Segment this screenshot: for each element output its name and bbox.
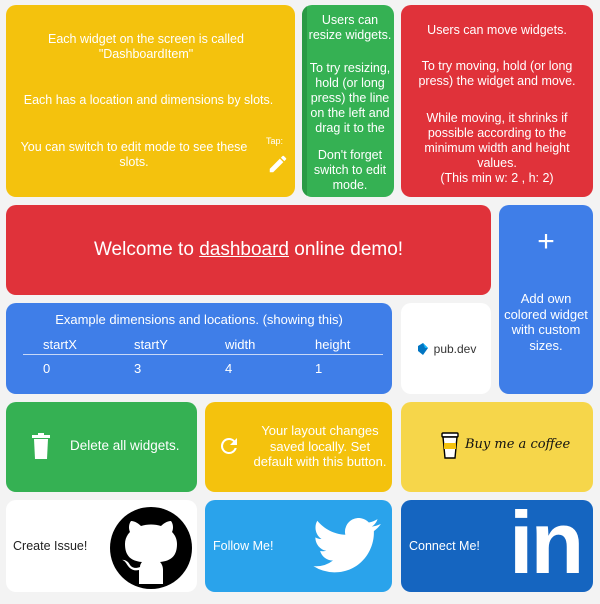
move-text-4: (This min w: 2 , h: 2): [440, 171, 554, 185]
coffee-widget[interactable]: Buy me a coffee: [401, 402, 593, 492]
intro-text-3: You can switch to edit mode to see these…: [20, 140, 248, 169]
dimensions-widget: Example dimensions and locations. (showi…: [6, 303, 392, 394]
connect-label: Connect Me!: [409, 539, 480, 553]
move-text-2: To try moving, hold (or long press) the …: [418, 59, 576, 88]
layout-widget[interactable]: Your layout changes saved locally. Set d…: [205, 402, 392, 492]
intro-text-1: Each widget on the screen is called "Das…: [48, 32, 244, 61]
move-text-1: Users can move widgets.: [427, 23, 567, 37]
pubdev-widget[interactable]: pub.dev: [401, 303, 491, 394]
add-widget-label: Add own colored widget with custom sizes…: [504, 291, 588, 353]
resize-widget[interactable]: Users can resize widgets. To try resizin…: [302, 5, 394, 197]
header-starty: startY: [134, 336, 168, 352]
value-width: 4: [225, 360, 233, 376]
dimensions-table: startX startY width height 0 3 4 1: [23, 334, 383, 381]
delete-label: Delete all widgets.: [70, 438, 180, 453]
issue-widget[interactable]: Create Issue!: [6, 500, 197, 592]
welcome-widget: Welcome to dashboard online demo!: [6, 205, 491, 295]
issue-label: Create Issue!: [13, 539, 88, 553]
dimensions-header-row: startX startY width height: [23, 334, 383, 355]
dart-logo-icon: [416, 342, 430, 356]
resize-handle[interactable]: [302, 5, 307, 197]
linkedin-logo-icon[interactable]: in: [509, 500, 584, 588]
follow-label: Follow Me!: [213, 539, 274, 553]
twitter-bird-icon[interactable]: [313, 518, 381, 574]
welcome-title: Welcome to dashboard online demo!: [94, 239, 403, 261]
intro-widget[interactable]: Each widget on the screen is called "Das…: [6, 5, 295, 197]
header-width: width: [225, 336, 256, 352]
welcome-prefix: Welcome to: [93, 239, 200, 260]
delete-widget[interactable]: Delete all widgets.: [6, 402, 197, 492]
dashboard-link[interactable]: dashboard: [199, 239, 289, 260]
welcome-suffix: online demo!: [288, 239, 404, 260]
value-startx: 0: [43, 360, 51, 376]
resize-text-3: Don't forget switch to edit mode.: [313, 148, 387, 192]
tap-label: Tap:: [266, 136, 284, 146]
linkedin-widget[interactable]: Connect Me! in: [401, 500, 593, 592]
refresh-icon[interactable]: [217, 434, 241, 458]
value-height: 1: [315, 360, 323, 376]
pubdev-label: pub.dev: [433, 341, 477, 356]
value-starty: 3: [134, 360, 142, 376]
github-icon[interactable]: [109, 506, 193, 590]
intro-text-2: Each has a location and dimensions by sl…: [23, 93, 274, 107]
coffee-label: Buy me a coffee: [465, 437, 571, 452]
trash-icon[interactable]: [31, 433, 51, 459]
add-widget-card[interactable]: + Add own colored widget with custom siz…: [499, 205, 593, 394]
resize-text-2: To try resizing, hold (or long press) th…: [309, 61, 391, 135]
move-widget[interactable]: Users can move widgets. To try moving, h…: [401, 5, 593, 197]
move-text-3: While moving, it shrinks if possible acc…: [424, 111, 570, 170]
header-startx: startX: [43, 336, 77, 352]
dimensions-title: Example dimensions and locations. (showi…: [55, 312, 343, 327]
resize-text-1: Users can resize widgets.: [308, 13, 392, 42]
dimensions-value-row: 0 3 4 1: [23, 355, 383, 381]
coffee-cup-icon: [441, 431, 459, 459]
header-height: height: [315, 336, 351, 352]
plus-icon[interactable]: +: [499, 227, 593, 257]
twitter-widget[interactable]: Follow Me!: [205, 500, 392, 592]
edit-pencil-icon[interactable]: [267, 153, 289, 175]
layout-label: Your layout changes saved locally. Set d…: [253, 423, 387, 469]
